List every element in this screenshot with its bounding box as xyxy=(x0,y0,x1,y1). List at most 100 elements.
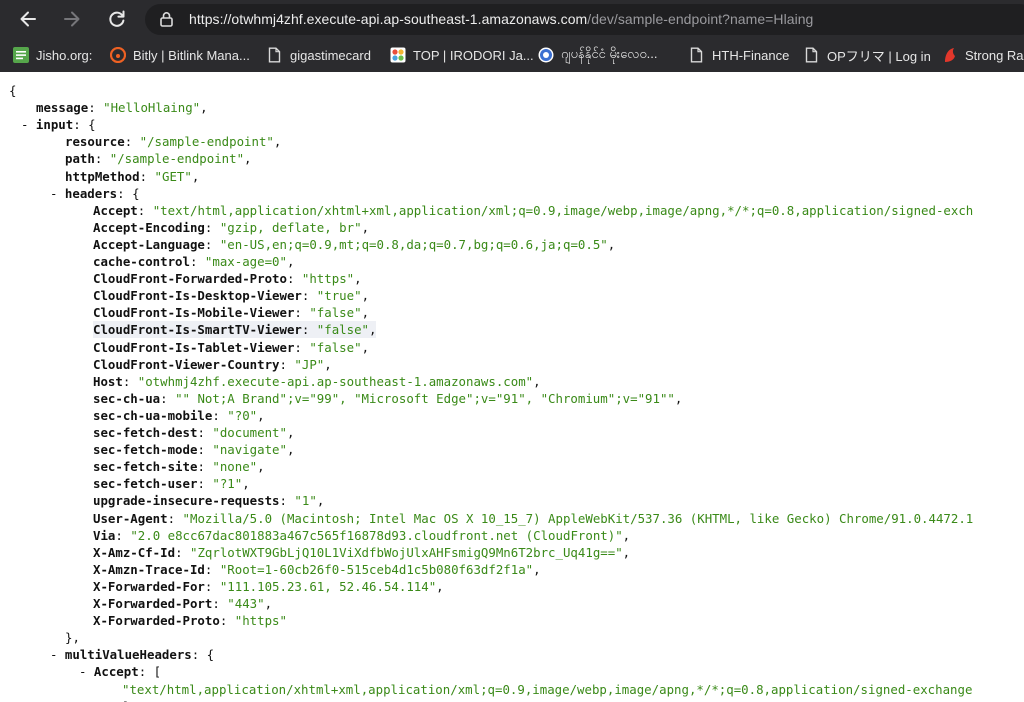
json-punct: , xyxy=(533,562,541,577)
json-colon: : xyxy=(167,511,183,526)
json-line: message: "HelloHlaing", xyxy=(36,99,208,116)
json-punct: , xyxy=(369,322,377,337)
json-key: sec-fetch-user xyxy=(93,476,198,491)
json-string: "max-age=0" xyxy=(204,254,287,269)
json-string: "false" xyxy=(309,305,362,320)
bookmark-item[interactable]: TOP | IRODORI Ja... xyxy=(389,44,534,66)
json-colon: : xyxy=(189,254,205,269)
json-colon: : xyxy=(279,357,295,372)
bookmark-item[interactable]: ဂျပန်နိုင်ငံ မိုးလေဝ... xyxy=(537,44,657,66)
json-punct: , xyxy=(622,528,631,543)
json-viewer: {message: "HelloHlaing", - input: {resour… xyxy=(0,72,1024,702)
json-string: "/sample-endpoint" xyxy=(109,151,245,166)
bookmark-item[interactable]: Bitly | Bitlink Mana... xyxy=(109,44,250,66)
json-line: Accept: "text/html,application/xhtml+xml… xyxy=(93,202,973,219)
json-colon: : xyxy=(219,613,235,628)
json-colon: : xyxy=(197,442,213,457)
json-key: Accept-Language xyxy=(93,237,205,252)
json-colon: : xyxy=(204,220,220,235)
json-string: "false" xyxy=(316,322,370,337)
bookmark-label: HTH-Finance xyxy=(712,47,790,63)
bookmark-item[interactable]: gigastimecard xyxy=(266,44,371,66)
json-colon: : xyxy=(204,237,220,252)
jisho-icon xyxy=(12,47,29,64)
json-key: path xyxy=(65,151,95,166)
json-colon: : xyxy=(294,305,310,320)
json-bracket-open: { xyxy=(206,647,215,662)
json-key: Host xyxy=(93,374,123,389)
json-key: CloudFront-Forwarded-Proto xyxy=(93,271,287,286)
json-punct: , xyxy=(361,340,370,355)
json-line: Host: "otwhmj4zhf.execute-api.ap-southea… xyxy=(93,373,541,390)
collapse-toggle[interactable]: - xyxy=(21,117,36,132)
json-punct: , xyxy=(533,374,541,389)
irodori-icon xyxy=(389,47,406,64)
reload-button[interactable] xyxy=(102,4,132,34)
url-host: https://otwhmj4zhf.execute-api.ap-southe… xyxy=(189,11,588,27)
json-string: "Mozilla/5.0 (Macintosh; Intel Mac OS X … xyxy=(182,511,974,526)
json-string: "2.0 e8cc67dac801883a467c565f16878d93.cl… xyxy=(130,528,623,543)
json-colon: : xyxy=(286,271,302,286)
json-line: User-Agent: "Mozilla/5.0 (Macintosh; Int… xyxy=(93,510,973,527)
bookmark-label: ဂျပန်နိုင်ငံ မိုးလေဝ... xyxy=(561,45,658,61)
json-key: CloudFront-Viewer-Country xyxy=(93,357,280,372)
json-line: CloudFront-Is-Mobile-Viewer: "false", xyxy=(93,304,369,321)
json-key: CloudFront-Is-SmartTV-Viewer xyxy=(93,322,302,337)
json-colon: : xyxy=(73,117,89,132)
json-punct: , xyxy=(200,100,208,115)
bookmark-item[interactable]: Jisho.org: xyxy=(12,44,92,66)
browser-toolbar: https://otwhmj4zhf.execute-api.ap-southe… xyxy=(0,0,1024,38)
json-key: Accept-Encoding xyxy=(93,220,205,235)
page-icon xyxy=(688,47,705,64)
json-punct: , xyxy=(316,493,325,508)
json-line: X-Forwarded-For: "111.105.23.61, 52.46.5… xyxy=(93,578,444,595)
arrow-right-icon xyxy=(64,11,80,27)
bookmark-item[interactable]: OPフリマ | Log in xyxy=(803,44,931,66)
json-key: sec-ch-ua-mobile xyxy=(93,408,213,423)
json-string: "HelloHlaing" xyxy=(103,100,201,115)
json-bracket-open: { xyxy=(9,83,17,98)
json-string: "https" xyxy=(301,271,355,286)
json-punct: , xyxy=(286,425,295,440)
address-bar[interactable]: https://otwhmj4zhf.execute-api.ap-southe… xyxy=(145,4,1024,35)
json-punct: , xyxy=(257,408,265,423)
json-line: sec-fetch-mode: "navigate", xyxy=(93,441,294,458)
forward-button[interactable] xyxy=(57,4,87,34)
json-line: X-Amz-Cf-Id: "ZqrlotWXT9GbLjQ10L1ViXdfbW… xyxy=(93,544,630,561)
json-punct: , xyxy=(354,271,362,286)
collapse-toggle[interactable]: - xyxy=(50,647,65,662)
json-string: "JP" xyxy=(294,357,325,372)
json-key: X-Forwarded-For xyxy=(93,579,205,594)
json-key: Via xyxy=(93,528,116,543)
json-line: sec-ch-ua: "" Not;A Brand";v="99", "Micr… xyxy=(93,390,682,407)
json-key: cache-control xyxy=(93,254,190,269)
json-key: sec-fetch-site xyxy=(93,459,198,474)
json-colon: : xyxy=(204,579,220,594)
url-text[interactable]: https://otwhmj4zhf.execute-api.ap-southe… xyxy=(189,10,813,29)
bookmark-item[interactable]: HTH-Finance xyxy=(688,44,789,66)
json-string: "111.105.23.61, 52.46.54.114" xyxy=(219,579,437,594)
json-line: sec-fetch-site: "none", xyxy=(93,458,265,475)
json-colon: : xyxy=(301,322,317,337)
back-button[interactable] xyxy=(13,4,43,34)
json-punct: , xyxy=(622,545,631,560)
json-colon: : xyxy=(94,151,110,166)
lock-icon xyxy=(160,12,173,27)
json-punct: , xyxy=(191,169,200,184)
bookmark-label: Bitly | Bitlink Mana... xyxy=(133,47,250,63)
json-string: "/sample-endpoint" xyxy=(139,134,274,149)
collapse-toggle[interactable]: - xyxy=(50,186,65,201)
json-key: sec-fetch-mode xyxy=(93,442,198,457)
json-line: sec-fetch-dest: "document", xyxy=(93,424,294,441)
bookmark-label: Jisho.org: xyxy=(36,47,93,63)
json-colon: : xyxy=(212,408,228,423)
json-line: resource: "/sample-endpoint", xyxy=(65,133,281,150)
json-punct: , xyxy=(361,305,370,320)
bookmark-item[interactable]: Strong Ran xyxy=(941,44,1024,66)
collapse-toggle[interactable]: - xyxy=(79,664,94,679)
json-string: "false" xyxy=(309,340,362,355)
json-key: X-Amz-Cf-Id xyxy=(93,545,176,560)
json-colon: : xyxy=(301,288,317,303)
json-line: X-Forwarded-Proto: "https" xyxy=(93,612,287,629)
json-colon: : xyxy=(197,476,213,491)
